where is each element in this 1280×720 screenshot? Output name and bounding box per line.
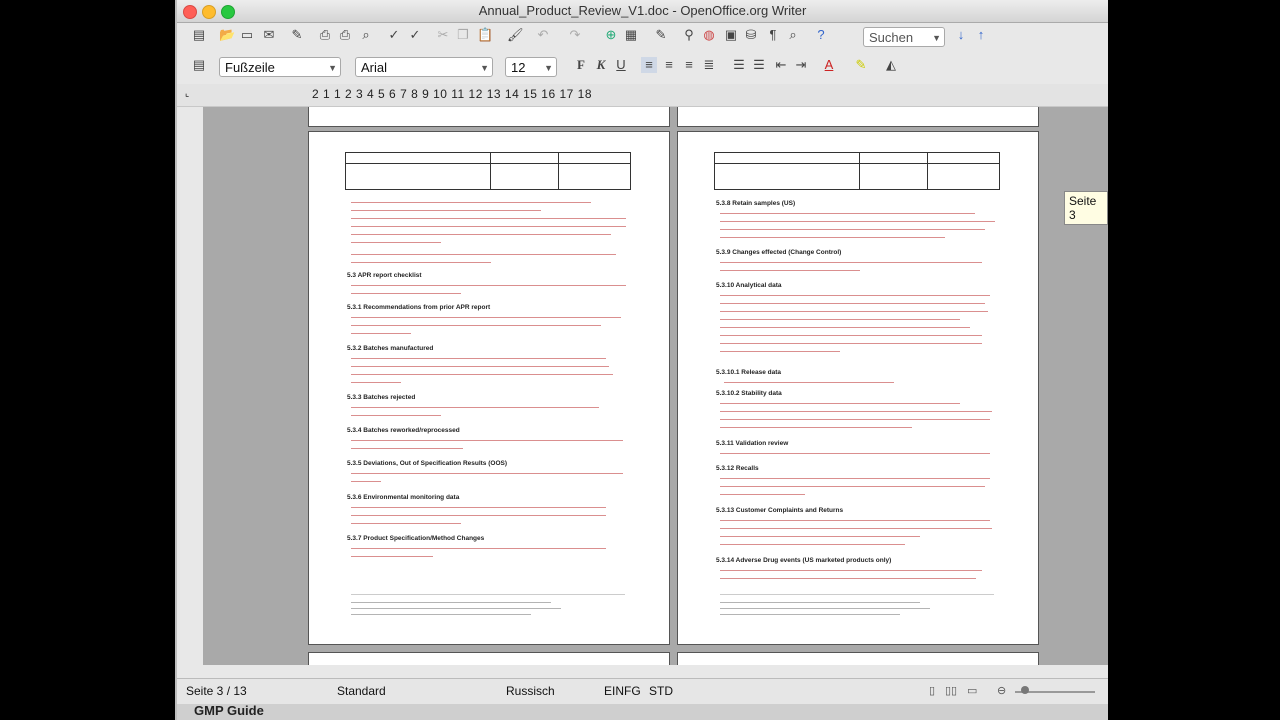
search-input[interactable]: Suchen ▼ bbox=[863, 27, 945, 47]
page-left: 5.3 APR report checklist 5.3.1 Recommend… bbox=[308, 131, 670, 645]
format-paintbrush-icon[interactable]: 🖌 bbox=[507, 27, 524, 43]
zoom-slider-handle[interactable] bbox=[1021, 686, 1029, 694]
horizontal-ruler[interactable]: ⌞ 2 1 1 2 3 4 5 6 7 8 9 10 11 12 13 14 1… bbox=[177, 84, 1108, 107]
styles-formatting-icon[interactable]: ▤ bbox=[191, 57, 207, 73]
justify-icon[interactable]: ≣ bbox=[701, 57, 717, 73]
font-name-select[interactable]: Arial ▼ bbox=[355, 57, 493, 77]
cut-icon[interactable]: ✂ bbox=[435, 27, 451, 43]
section-heading: 5.3.10.2 Stability data bbox=[716, 390, 782, 397]
section-heading: 5.3.4 Batches reworked/reprocessed bbox=[347, 427, 460, 434]
increase-indent-icon[interactable]: ⇥ bbox=[793, 57, 809, 73]
open-icon[interactable]: 📂 bbox=[219, 27, 235, 43]
print-preview-icon[interactable]: ⌕ bbox=[358, 27, 374, 43]
find-replace-icon[interactable]: ⚲ bbox=[681, 27, 697, 43]
chevron-down-icon[interactable]: ▼ bbox=[328, 58, 337, 78]
table-icon[interactable]: ▦ bbox=[623, 27, 639, 43]
chevron-down-icon[interactable]: ▼ bbox=[932, 28, 941, 48]
edit-mode-icon[interactable]: ✎ bbox=[289, 27, 305, 43]
gallery-icon[interactable]: ▣ bbox=[723, 27, 739, 43]
formatting-toolbar: ▤ Fußzeile ▼ Arial ▼ 12 ▼ F K U ≡ ≡ ≡ ≣ … bbox=[177, 53, 1108, 81]
section-heading: 5.3.10 Analytical data bbox=[716, 282, 782, 289]
hyperlink-icon[interactable]: ⊕ bbox=[603, 27, 619, 43]
section-heading: 5.3.11 Validation review bbox=[716, 440, 789, 447]
page-style-indicator[interactable]: Standard bbox=[337, 684, 386, 698]
find-previous-icon[interactable]: ↑ bbox=[973, 27, 989, 43]
section-heading: 5.3.10.1 Release data bbox=[716, 369, 782, 376]
standard-toolbar: ▤ 📂 ▭ ✉ ✎ ⎙ ⎙ ⌕ ✓ ✓ ✂ ❐ 📋 🖌 ↶ ↷ ⊕ ▦ ✎ ⚲ … bbox=[177, 23, 1108, 51]
section-heading: 5.3.8 Retain samples (US) bbox=[716, 200, 796, 207]
chevron-down-icon[interactable]: ▼ bbox=[480, 58, 489, 78]
single-page-view-icon[interactable]: ▯ bbox=[929, 684, 935, 697]
status-bar: Seite 3 / 13 Standard Russisch EINFG STD… bbox=[177, 678, 1108, 704]
italic-icon[interactable]: K bbox=[593, 57, 609, 73]
paragraph-style-select[interactable]: Fußzeile ▼ bbox=[219, 57, 341, 77]
page-previous-left bbox=[308, 107, 670, 127]
new-document-icon[interactable]: ▤ bbox=[191, 27, 207, 43]
export-pdf-icon[interactable]: ⎙ bbox=[317, 27, 333, 43]
highlighting-icon[interactable]: ✎ bbox=[853, 57, 869, 73]
section-heading: 5.3.5 Deviations, Out of Specification R… bbox=[347, 460, 508, 467]
page-right: 5.3.8 Retain samples (US) 5.3.9 Changes … bbox=[677, 131, 1039, 645]
paste-icon[interactable]: 📋 bbox=[477, 27, 493, 43]
book-view-icon[interactable]: ▭ bbox=[967, 684, 977, 697]
page-indicator[interactable]: Seite 3 / 13 bbox=[186, 684, 247, 698]
page-next-left bbox=[308, 652, 670, 665]
redo-icon[interactable]: ↷ bbox=[567, 27, 583, 43]
align-right-icon[interactable]: ≡ bbox=[681, 57, 697, 73]
chevron-down-icon[interactable]: ▼ bbox=[544, 58, 553, 78]
zoom-out-icon[interactable]: ⊖ bbox=[997, 684, 1006, 697]
align-center-icon[interactable]: ≡ bbox=[661, 57, 677, 73]
selection-mode-indicator[interactable]: STD bbox=[649, 684, 673, 698]
undo-icon[interactable]: ↶ bbox=[535, 27, 551, 43]
data-sources-icon[interactable]: ⛁ bbox=[743, 27, 759, 43]
formatting-marks-icon[interactable]: ¶ bbox=[765, 27, 781, 43]
page-previous-right bbox=[677, 107, 1039, 127]
page-header-table bbox=[345, 152, 631, 190]
section-heading: 5.3.3 Batches rejected bbox=[347, 394, 416, 401]
find-next-icon[interactable]: ↓ bbox=[953, 27, 969, 43]
numbering-icon[interactable]: ☰ bbox=[731, 57, 747, 73]
writer-window: Annual_Product_Review_V1.doc - OpenOffic… bbox=[177, 0, 1108, 704]
save-icon[interactable]: ▭ bbox=[239, 27, 255, 43]
autospellcheck-icon[interactable]: ✓ bbox=[407, 27, 423, 43]
section-heading: 5.3.1 Recommendations from prior APR rep… bbox=[347, 304, 491, 311]
background-color-icon[interactable]: ◭ bbox=[883, 57, 899, 73]
page-header-table bbox=[714, 152, 1000, 190]
page-tooltip: Seite 3 bbox=[1064, 191, 1108, 225]
decrease-indent-icon[interactable]: ⇤ bbox=[773, 57, 789, 73]
ruler-numbers: 2 1 1 2 3 4 5 6 7 8 9 10 11 12 13 14 15 … bbox=[312, 87, 592, 101]
show-draw-functions-icon[interactable]: ✎ bbox=[653, 27, 669, 43]
page-next-right bbox=[677, 652, 1039, 665]
section-heading: 5.3.9 Changes effected (Change Control) bbox=[716, 249, 842, 256]
section-heading: 5.3 APR report checklist bbox=[347, 272, 422, 279]
email-icon[interactable]: ✉ bbox=[261, 27, 277, 43]
bold-icon[interactable]: F bbox=[573, 57, 589, 73]
align-left-icon[interactable]: ≡ bbox=[641, 57, 657, 73]
section-heading: 5.3.14 Adverse Drug events (US marketed … bbox=[716, 557, 892, 564]
tab-stop-icon[interactable]: ⌞ bbox=[185, 88, 189, 99]
title-bar: Annual_Product_Review_V1.doc - OpenOffic… bbox=[177, 0, 1108, 23]
section-heading: 5.3.6 Environmental monitoring data bbox=[347, 494, 460, 501]
multi-page-view-icon[interactable]: ▯▯ bbox=[945, 684, 957, 697]
copy-icon[interactable]: ❐ bbox=[455, 27, 471, 43]
section-heading: 5.3.12 Recalls bbox=[716, 465, 759, 472]
spellcheck-icon[interactable]: ✓ bbox=[386, 27, 402, 43]
section-heading: 5.3.2 Batches manufactured bbox=[347, 345, 434, 352]
font-color-icon[interactable]: A bbox=[821, 57, 837, 73]
insert-mode-indicator[interactable]: EINFG bbox=[604, 684, 641, 698]
underline-icon[interactable]: U bbox=[613, 57, 629, 73]
section-heading: 5.3.13 Customer Complaints and Returns bbox=[716, 507, 844, 514]
document-workspace[interactable]: 5.3 APR report checklist 5.3.1 Recommend… bbox=[203, 107, 1108, 665]
font-size-select[interactable]: 12 ▼ bbox=[505, 57, 557, 77]
dock-app-label[interactable]: GMP Guide bbox=[194, 703, 264, 718]
help-icon[interactable]: ? bbox=[813, 27, 829, 43]
window-title: Annual_Product_Review_V1.doc - OpenOffic… bbox=[478, 3, 807, 18]
language-indicator[interactable]: Russisch bbox=[506, 684, 555, 698]
dock-bar: GMP Guide bbox=[177, 703, 1108, 720]
navigator-icon[interactable]: ◍ bbox=[701, 27, 717, 43]
print-icon[interactable]: ⎙ bbox=[337, 27, 353, 43]
section-heading: 5.3.7 Product Specification/Method Chang… bbox=[347, 535, 485, 542]
zoom-icon[interactable]: ⌕ bbox=[785, 27, 801, 43]
bullets-icon[interactable]: ☰ bbox=[751, 57, 767, 73]
